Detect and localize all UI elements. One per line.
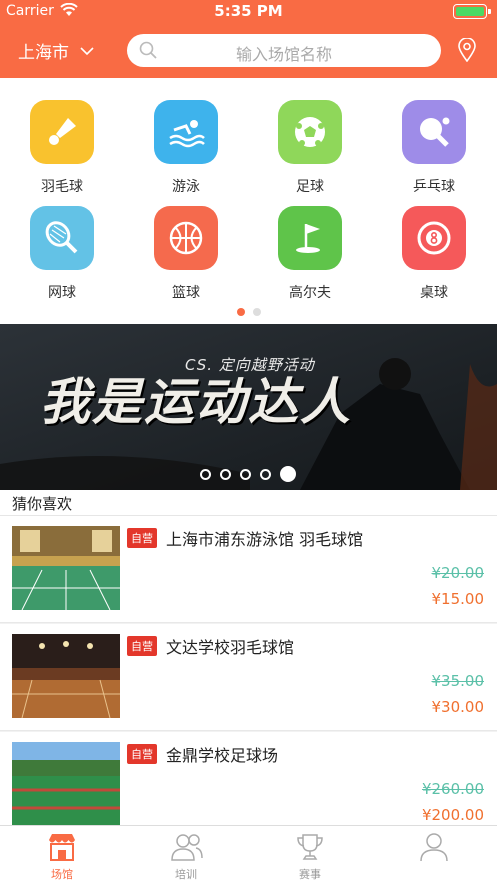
category-badminton[interactable]: 羽毛球 bbox=[0, 78, 124, 195]
tab-venue[interactable]: 场馆 bbox=[0, 826, 124, 883]
category-label: 篮球 bbox=[172, 285, 200, 301]
venue-photo bbox=[12, 742, 120, 826]
tennis-icon bbox=[30, 206, 94, 270]
section-title: 猜你喜欢 bbox=[12, 495, 73, 513]
city-selector[interactable]: 上海市 bbox=[18, 38, 95, 63]
pager-dot[interactable] bbox=[252, 308, 261, 316]
pingpong-icon bbox=[402, 100, 466, 164]
tab-events[interactable]: 赛事 bbox=[248, 826, 372, 883]
venue-name: 金鼎学校足球场 bbox=[166, 746, 279, 765]
tab-label: 场馆 bbox=[51, 868, 73, 881]
current-price: ¥30.00 bbox=[431, 698, 485, 716]
promo-banner[interactable]: 我是运动达人 CS. 定向越野活动 bbox=[0, 324, 497, 490]
category-grid: 羽毛球 游泳 足球 乒乓球 网球 篮球 高尔夫 桌球 bbox=[0, 78, 497, 324]
category-label: 网球 bbox=[48, 285, 76, 301]
category-football[interactable]: 足球 bbox=[248, 78, 372, 195]
golf-icon bbox=[278, 206, 342, 270]
user-icon bbox=[420, 833, 448, 862]
training-icon bbox=[171, 834, 203, 861]
shuttlecock-icon bbox=[30, 100, 94, 164]
venue-card[interactable]: 自营 文达学校羽毛球馆 ¥35.00 ¥30.00 bbox=[0, 624, 497, 731]
football-icon bbox=[278, 100, 342, 164]
self-operated-badge: 自营 bbox=[127, 744, 157, 764]
battery-icon bbox=[453, 4, 491, 19]
venue-icon bbox=[49, 834, 75, 861]
venue-photo bbox=[12, 634, 120, 718]
banner-dot[interactable] bbox=[200, 468, 211, 480]
self-operated-badge: 自营 bbox=[127, 636, 157, 656]
tab-label: 赛事 bbox=[299, 868, 321, 881]
original-price: ¥35.00 bbox=[431, 672, 485, 690]
self-operated-badge: 自营 bbox=[127, 528, 157, 548]
category-basketball[interactable]: 篮球 bbox=[124, 184, 248, 301]
category-label: 高尔夫 bbox=[289, 285, 331, 301]
banner-subtitle: CS. 定向越野活动 bbox=[185, 356, 315, 374]
venue-name: 文达学校羽毛球馆 bbox=[166, 638, 295, 657]
pager-dot[interactable] bbox=[236, 308, 245, 316]
search-input[interactable]: 输入场馆名称 bbox=[127, 34, 441, 67]
basketball-icon bbox=[154, 206, 218, 270]
swimming-icon bbox=[154, 100, 218, 164]
trophy-icon bbox=[297, 834, 323, 860]
banner-dot[interactable] bbox=[220, 468, 231, 480]
current-price: ¥15.00 bbox=[431, 590, 485, 608]
banner-dot[interactable] bbox=[280, 466, 296, 482]
category-pingpong[interactable]: 乒乓球 bbox=[372, 78, 496, 195]
venue-name: 上海市浦东游泳馆 羽毛球馆 bbox=[166, 530, 364, 549]
status-bar: Carrier 5:35 PM bbox=[0, 0, 497, 24]
venue-card[interactable]: 自营 上海市浦东游泳馆 羽毛球馆 ¥20.00 ¥15.00 bbox=[0, 516, 497, 623]
billiards-icon bbox=[402, 206, 466, 270]
original-price: ¥260.00 bbox=[421, 780, 484, 798]
tab-training[interactable]: 培训 bbox=[124, 826, 248, 883]
search-placeholder: 输入场馆名称 bbox=[235, 45, 332, 64]
location-pin-icon[interactable] bbox=[457, 38, 477, 62]
category-golf[interactable]: 高尔夫 bbox=[248, 184, 372, 301]
current-price: ¥200.00 bbox=[421, 806, 484, 824]
category-label: 桌球 bbox=[420, 285, 448, 301]
tab-profile[interactable] bbox=[372, 826, 496, 883]
category-swimming[interactable]: 游泳 bbox=[124, 78, 248, 195]
banner-dot[interactable] bbox=[260, 468, 271, 480]
tab-label: 培训 bbox=[175, 868, 197, 881]
category-billiards[interactable]: 桌球 bbox=[372, 184, 496, 301]
recommend-header: 猜你喜欢 bbox=[0, 490, 497, 516]
city-label: 上海市 bbox=[18, 43, 69, 63]
venue-card[interactable]: 自营 金鼎学校足球场 ¥260.00 ¥200.00 bbox=[0, 732, 497, 826]
category-pager[interactable] bbox=[0, 308, 497, 316]
banner-pager[interactable] bbox=[200, 466, 296, 482]
category-tennis[interactable]: 网球 bbox=[0, 184, 124, 301]
chevron-down-icon bbox=[80, 46, 94, 55]
venue-photo bbox=[12, 526, 120, 610]
header: Carrier 5:35 PM 上海市 输入场馆名称 bbox=[0, 0, 497, 78]
original-price: ¥20.00 bbox=[431, 564, 485, 582]
tab-bar: 场馆 培训 赛事 bbox=[0, 825, 497, 883]
banner-dot[interactable] bbox=[240, 468, 251, 480]
status-time: 5:35 PM bbox=[214, 2, 283, 20]
